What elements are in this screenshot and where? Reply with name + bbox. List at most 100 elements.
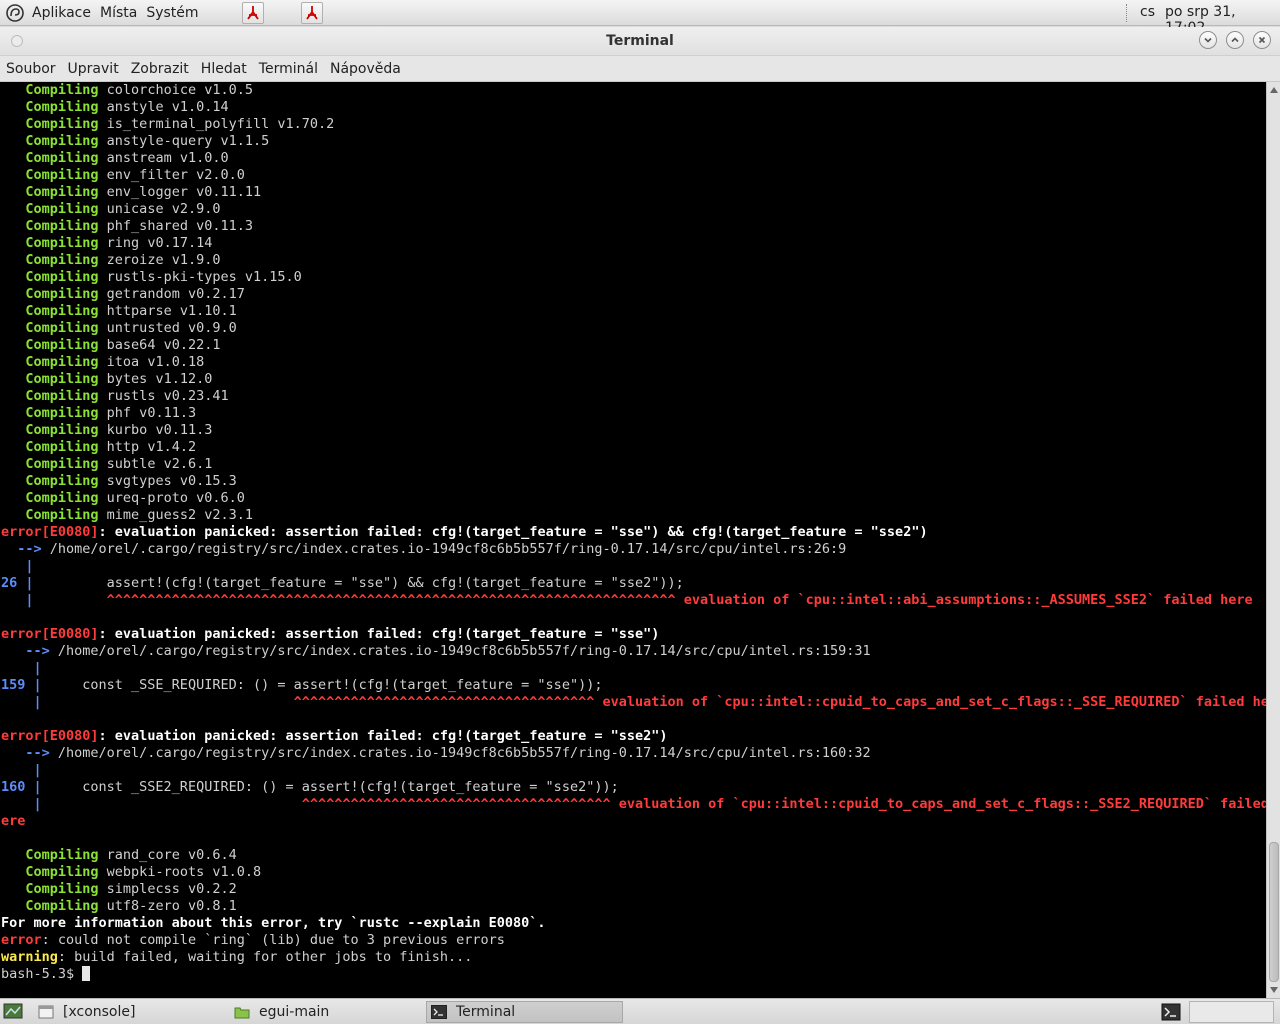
show-desktop-button[interactable] xyxy=(0,1001,28,1023)
scrollbar-thumb[interactable] xyxy=(1269,842,1279,982)
terminal-text: itoa v1.0.18 xyxy=(98,354,205,370)
close-button[interactable] xyxy=(1253,31,1271,49)
menu-system[interactable]: Systém xyxy=(146,5,198,21)
terminal-text: --> xyxy=(1,745,58,761)
scroll-up-icon[interactable] xyxy=(1269,85,1279,95)
terminal-text: Compiling xyxy=(25,133,99,149)
terminal-text: /home/orel/.cargo/registry/src/index.cra… xyxy=(57,745,871,761)
terminal-text: ^^^^^^^^^^^^^^^^^^^^^^^^^^^^^^^^^^^^^^ e… xyxy=(41,796,1266,812)
terminal-text: ^^^^^^^^^^^^^^^^^^^^^^^^^^^^^^^^^^^^^^^^… xyxy=(33,592,1253,608)
terminal-text: base64 v0.22.1 xyxy=(98,337,221,353)
terminal-line: Compiling svgtypes v0.15.3 xyxy=(1,473,1266,490)
keyboard-layout-indicator[interactable]: cs xyxy=(1140,4,1155,20)
terminal-text: /home/orel/.cargo/registry/src/index.cra… xyxy=(57,643,871,659)
minimize-button[interactable] xyxy=(1199,31,1217,49)
terminal-text: simplecss v0.2.2 xyxy=(98,881,237,897)
terminal-output[interactable]: Compiling colorchoice v1.0.5 Compiling a… xyxy=(0,82,1266,998)
chevron-down-icon xyxy=(1204,37,1212,43)
terminal-text: Compiling xyxy=(25,235,99,251)
menubar: Soubor Upravit Zobrazit Hledat Terminál … xyxy=(0,56,1280,82)
terminal-text: Compiling xyxy=(25,490,99,506)
terminal-text: http v1.4.2 xyxy=(98,439,197,455)
terminal-text: : evaluation panicked: assertion failed:… xyxy=(98,524,928,540)
terminal-line: Compiling simplecss v0.2.2 xyxy=(1,881,1266,898)
scroll-down-icon[interactable] xyxy=(1269,985,1279,995)
terminal-text: Compiling xyxy=(25,473,99,489)
workspace-2[interactable] xyxy=(1189,1001,1274,1023)
terminal-text: anstyle-query v1.1.5 xyxy=(98,133,270,149)
menu-soubor[interactable]: Soubor xyxy=(6,61,56,77)
terminal-text: getrandom v0.2.17 xyxy=(98,286,245,302)
maximize-button[interactable] xyxy=(1226,31,1244,49)
mate-logo-icon[interactable] xyxy=(4,2,26,24)
terminal-line: Compiling untrusted v0.9.0 xyxy=(1,320,1266,337)
terminal-text: env_logger v0.11.11 xyxy=(98,184,262,200)
menu-terminal[interactable]: Terminál xyxy=(259,61,318,77)
terminal-text: | xyxy=(1,694,42,710)
terminal-text: /home/orel/.cargo/registry/src/index.cra… xyxy=(49,541,847,557)
window-titlebar[interactable]: Terminal xyxy=(0,27,1280,56)
terminal-line: Compiling unicase v2.9.0 xyxy=(1,201,1266,218)
panel-separator xyxy=(1126,4,1128,22)
terminal-scrollbar[interactable] xyxy=(1266,82,1280,998)
terminal-line: Compiling http v1.4.2 xyxy=(1,439,1266,456)
pdf-reader-icon[interactable] xyxy=(301,2,323,24)
terminal-text: colorchoice v1.0.5 xyxy=(98,82,253,98)
terminal-line: Compiling env_logger v0.11.11 xyxy=(1,184,1266,201)
terminal-text: Compiling xyxy=(25,354,99,370)
terminal-line: Compiling rustls v0.23.41 xyxy=(1,388,1266,405)
task-xconsole[interactable]: [xconsole] xyxy=(34,1001,226,1023)
terminal-line: error[E0080]: evaluation panicked: asser… xyxy=(1,524,1266,541)
terminal-line: Compiling webpki-roots v1.0.8 xyxy=(1,864,1266,881)
terminal-text: error[E0080] xyxy=(1,626,99,642)
menu-mista[interactable]: Místa xyxy=(100,5,137,21)
terminal-text: : evaluation panicked: assertion failed:… xyxy=(98,728,668,744)
menu-zobrazit[interactable]: Zobrazit xyxy=(131,61,189,77)
terminal-text: Compiling xyxy=(25,456,99,472)
top-panel: Aplikace Místa Systém cs po srp 31, 17:0… xyxy=(0,0,1280,36)
terminal-line: 160 | const _SSE2_REQUIRED: () = assert!… xyxy=(1,779,1266,796)
terminal-text: Compiling xyxy=(25,864,99,880)
terminal-line: Compiling env_filter v2.0.0 xyxy=(1,167,1266,184)
menu-hledat[interactable]: Hledat xyxy=(201,61,247,77)
task-terminal[interactable]: Terminal xyxy=(426,1001,623,1023)
terminal-text: Compiling xyxy=(25,388,99,404)
folder-icon xyxy=(234,1004,250,1020)
terminal-line: ere xyxy=(1,813,1266,830)
menu-aplikace[interactable]: Aplikace xyxy=(32,5,91,21)
terminal-text: Compiling xyxy=(25,337,99,353)
workspace-switcher[interactable] xyxy=(1157,1001,1185,1023)
terminal-text: : build failed, waiting for other jobs t… xyxy=(57,949,473,965)
chevron-up-icon xyxy=(1231,37,1239,43)
terminal-line: warning: build failed, waiting for other… xyxy=(1,949,1266,966)
terminal-text: Compiling xyxy=(25,252,99,268)
terminal-text: Compiling xyxy=(25,99,99,115)
pdf-reader-icon[interactable] xyxy=(242,2,264,24)
terminal-text: | xyxy=(1,660,42,676)
terminal-text: phf_shared v0.11.3 xyxy=(98,218,253,234)
terminal-text: | xyxy=(1,592,34,608)
terminal-text: rand_core v0.6.4 xyxy=(98,847,237,863)
terminal-text: anstyle v1.0.14 xyxy=(98,99,229,115)
terminal-line: | xyxy=(1,762,1266,779)
menu-napoveda[interactable]: Nápověda xyxy=(330,61,401,77)
menu-upravit[interactable]: Upravit xyxy=(68,61,119,77)
terminal-line: Compiling getrandom v0.2.17 xyxy=(1,286,1266,303)
task-egui-main[interactable]: egui-main xyxy=(230,1001,422,1023)
terminal-line: | xyxy=(1,558,1266,575)
terminal-text: mime_guess2 v2.3.1 xyxy=(98,507,253,523)
terminal-lines: Compiling colorchoice v1.0.5 Compiling a… xyxy=(1,82,1266,983)
terminal-text: warning xyxy=(1,949,58,965)
terminal-line: Compiling anstream v1.0.0 xyxy=(1,150,1266,167)
